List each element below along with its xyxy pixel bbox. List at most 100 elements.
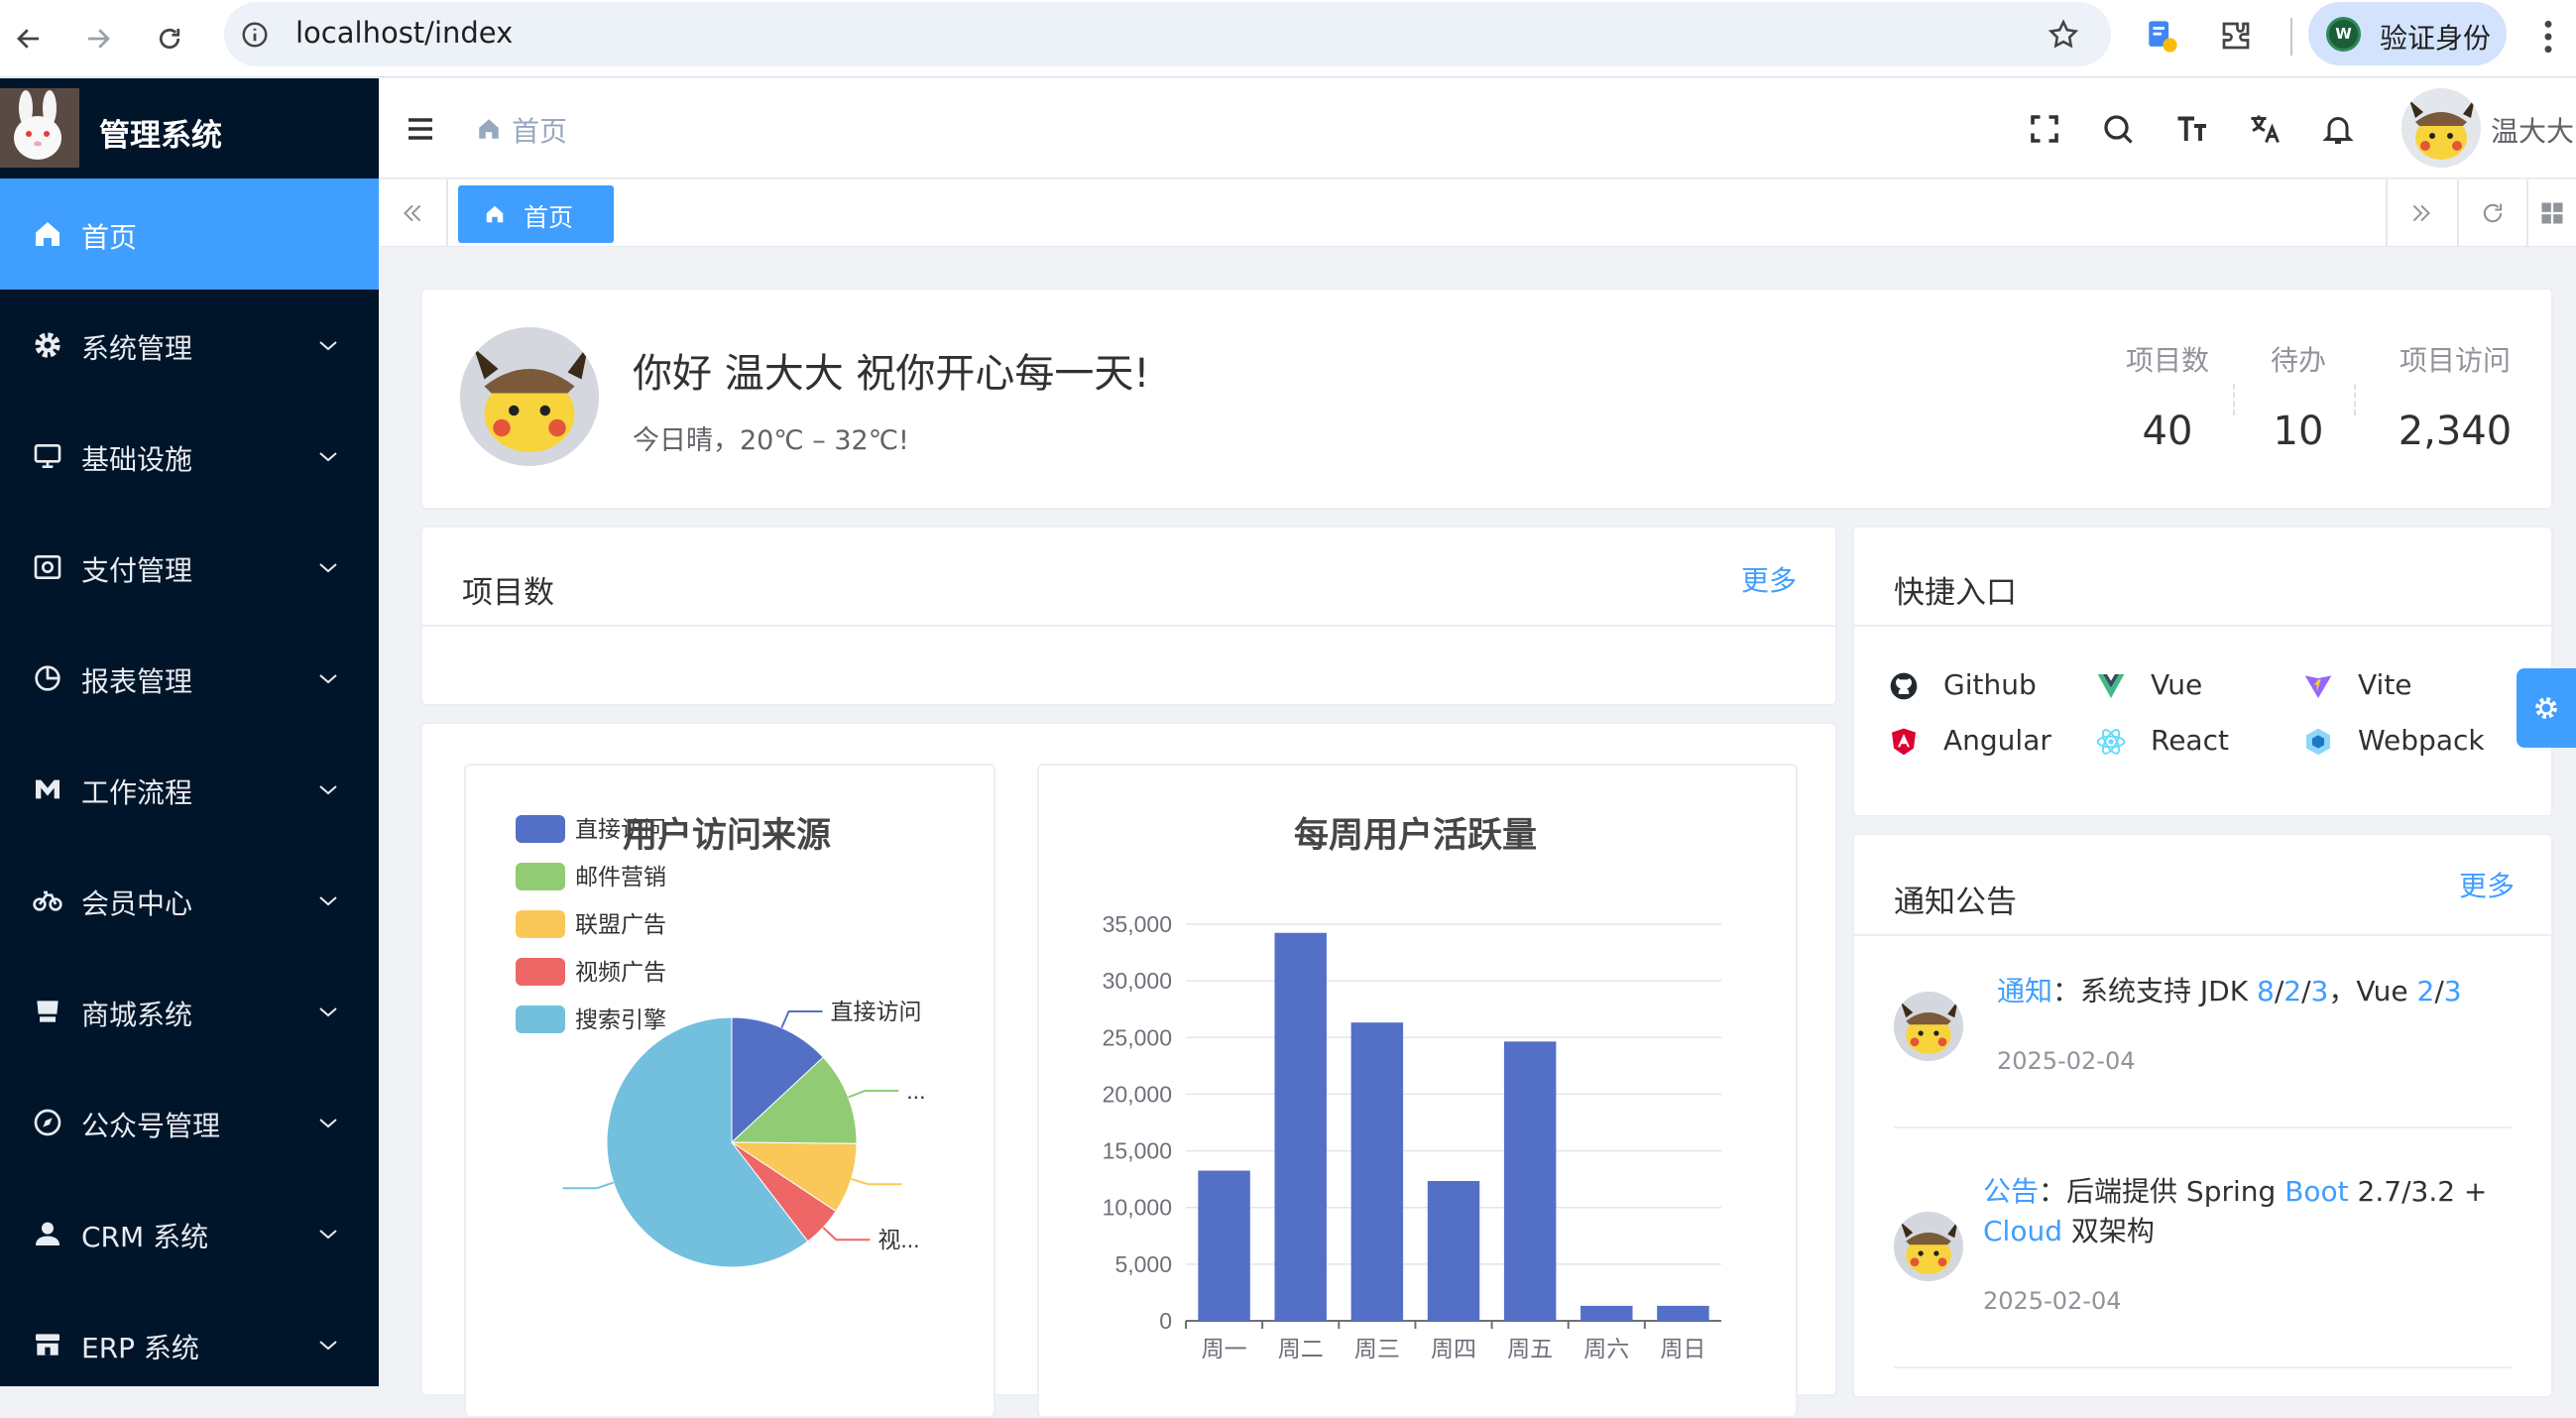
chevron-down-icon [319,896,337,906]
pie-leader-line [780,1009,823,1028]
projects-more-link[interactable]: 更多 [1741,559,1797,599]
pie-leader-line [562,1181,615,1190]
settings-button[interactable] [2517,668,2576,748]
sidebar-item-infra[interactable]: 基础设施 [0,401,379,512]
more-vert-icon[interactable] [2538,18,2558,56]
bar[interactable] [1657,1305,1709,1321]
sidebar-item-erp[interactable]: ERP 系统 [0,1289,379,1400]
search-icon[interactable] [2100,111,2136,147]
pie-slice-label: 直接访问 [831,999,922,1024]
bar[interactable] [1198,1170,1250,1321]
x-tick-label: 周二 [1278,1336,1324,1361]
legend-swatch[interactable] [516,815,565,843]
stat-label: 项目访问 [2399,344,2511,377]
workflow-icon [36,779,59,799]
bar[interactable] [1503,1041,1557,1321]
tags-menu-button[interactable] [2526,179,2576,247]
notice-date: 2025-02-04 [1997,1047,2136,1075]
rabbit-logo-icon [0,88,79,168]
tags-scroll-left-button[interactable] [379,179,448,247]
bar[interactable] [1350,1022,1404,1321]
notice-item[interactable]: 公告：后端提供 Spring Boot 2.7/3.2 + Cloud 双架构 [1983,1172,2518,1251]
tags-scroll-right-button[interactable] [2386,179,2455,247]
notice-highlight: Cloud [1983,1215,2062,1247]
bar[interactable] [1427,1180,1480,1321]
legend-label[interactable]: 视频广告 [575,959,666,985]
shortcut-label: Vite [2358,668,2412,701]
fullscreen-icon[interactable] [2027,111,2062,147]
legend-swatch[interactable] [516,958,565,986]
bell-icon[interactable] [2320,111,2356,147]
projects-card: 项目数 更多 [420,526,1837,706]
sidebar-item-crm[interactable]: CRM 系统 [0,1178,379,1289]
forward-button[interactable] [69,10,127,67]
sidebar-item-members[interactable]: 会员中心 [0,845,379,956]
stat-value: 40 [2142,409,2193,454]
bar[interactable] [1581,1305,1633,1321]
tags-view: 首页 [379,179,2576,247]
font-size-icon[interactable] [2173,111,2209,147]
gear-icon [35,332,60,358]
store-icon [36,1334,59,1356]
compass-icon [34,1109,61,1136]
info-icon[interactable] [240,20,270,50]
shop-icon [37,1001,59,1022]
notice-text: / [2274,975,2284,1007]
notice-highlight: 2 [2283,975,2302,1007]
back-button[interactable] [0,10,58,67]
notice-text: ：系统支持 JDK [2052,975,2257,1007]
card-divider [1854,934,2551,936]
notice-item[interactable]: 通知：系统支持 JDK 8/2/3，Vue 2/3 [1997,972,2513,1011]
pikachu-avatar-icon [2401,88,2481,168]
stat-value: 10 [2273,409,2324,454]
sidebar-item-system[interactable]: 系统管理 [0,290,379,401]
hamburger-icon[interactable] [403,111,438,147]
avatar [1894,1212,1963,1281]
legend-label[interactable]: 联盟广告 [575,911,666,937]
notice-tag: 通知 [1997,975,2053,1007]
avatar[interactable] [2401,88,2481,168]
notice-text: ，Vue [2328,975,2417,1007]
sidebar-item-label: 公众号管理 [81,1110,221,1142]
legend-label[interactable]: 搜索引擎 [575,1006,666,1032]
bar-chart-panel: 每周用户活跃量 0 5,000 10,000 15,000 20,000 25,000 30… [1037,764,1798,1418]
reload-button[interactable] [141,10,198,67]
pie-chart-icon [35,665,60,691]
vite-icon [2304,675,2332,698]
brand[interactable]: 管理系统 [0,78,379,178]
legend-swatch[interactable] [516,1005,565,1033]
notices-card: 通知公告 更多 通知：系统支持 JDK 8/2/3，Vue 2/3 2025-0… [1852,833,2553,1398]
x-tick-label: 周六 [1583,1336,1629,1361]
bookmark-star-icon[interactable] [2047,18,2080,52]
translate-icon[interactable] [2247,111,2283,147]
pie-slice-label: ... [906,1078,925,1104]
legend-label[interactable]: 邮件营销 [575,864,666,889]
bar[interactable] [1274,932,1327,1321]
top-navbar: 首页 温大大 [379,78,2576,178]
tag-label: 首页 [524,203,574,232]
stat-divider [2354,384,2356,415]
legend-swatch[interactable] [516,863,565,890]
legend-swatch[interactable] [516,910,565,938]
breadcrumb[interactable]: 首页 [512,110,567,150]
sidebar-item-label: 会员中心 [81,887,193,920]
github-icon [1890,672,1918,700]
sidebar-item-workflow[interactable]: 工作流程 [0,734,379,845]
user-name[interactable]: 温大大 [2491,110,2574,150]
translate-extension-icon[interactable] [2145,18,2178,56]
monitor-icon [34,444,61,468]
sidebar-item-payment[interactable]: 支付管理 [0,512,379,623]
profile-verify-button[interactable]: W 验证身份 [2308,2,2507,65]
sidebar-item-reports[interactable]: 报表管理 [0,623,379,734]
address-bar[interactable]: localhost/index [224,2,2111,66]
x-tick-label: 周四 [1431,1336,1476,1361]
sidebar-item-mall[interactable]: 商城系统 [0,956,379,1067]
chevron-down-icon [319,1230,337,1240]
notices-more-link[interactable]: 更多 [2459,865,2515,904]
sidebar-item-wechat[interactable]: 公众号管理 [0,1067,379,1178]
sidebar-item-home[interactable]: 首页 [0,178,379,290]
extensions-icon[interactable] [2218,18,2254,54]
y-tick-label: 35,000 [1103,911,1172,937]
tag-home[interactable]: 首页 [458,185,614,243]
refresh-tag-button[interactable] [2457,179,2526,247]
